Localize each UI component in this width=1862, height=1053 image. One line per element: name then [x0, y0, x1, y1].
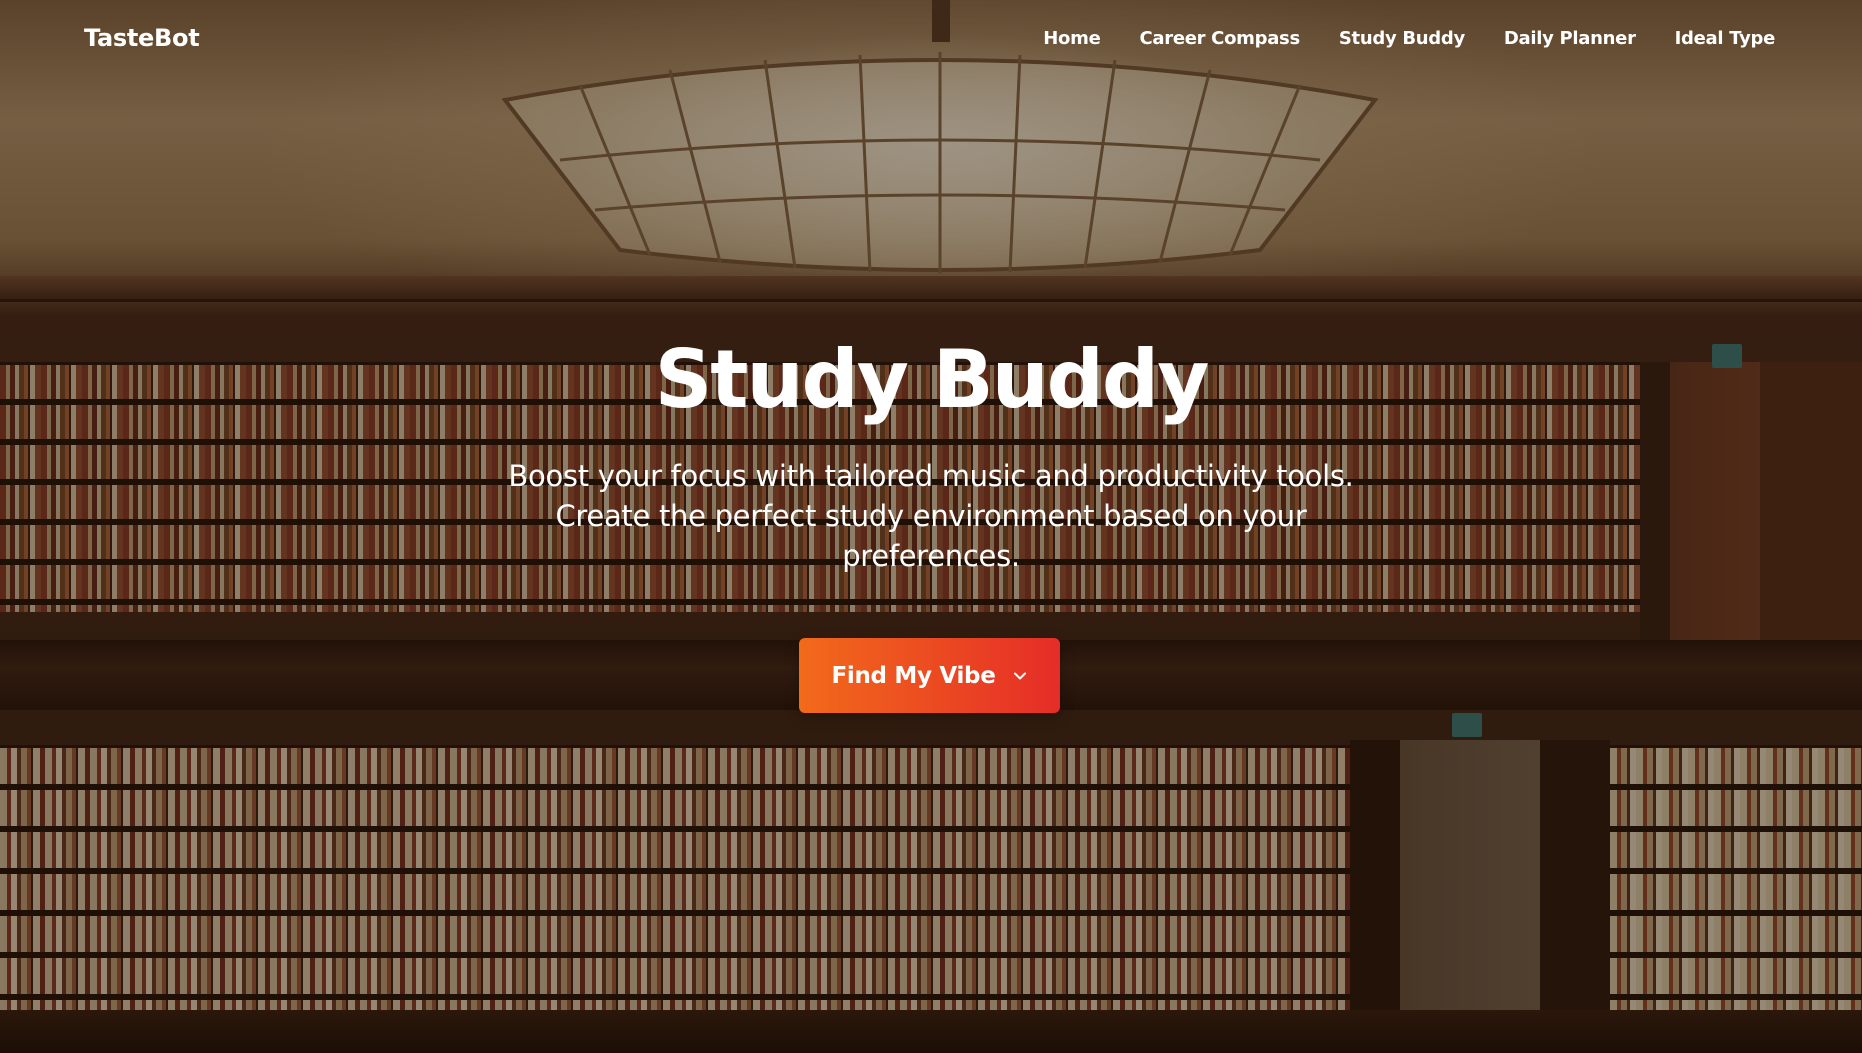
top-navigation: TasteBot Home Career Compass Study Buddy…	[0, 0, 1862, 80]
nav-link-study-buddy[interactable]: Study Buddy	[1339, 28, 1465, 49]
find-my-vibe-button[interactable]: Find My Vibe	[799, 638, 1060, 713]
nav-link-daily-planner[interactable]: Daily Planner	[1504, 28, 1636, 49]
find-my-vibe-label: Find My Vibe	[831, 662, 996, 689]
chevron-down-icon	[1013, 672, 1026, 679]
brand-logo[interactable]: TasteBot	[84, 24, 200, 52]
hero-title: Study Buddy	[654, 333, 1210, 426]
nav-links: Home Career Compass Study Buddy Daily Pl…	[1004, 28, 1775, 49]
nav-link-home[interactable]: Home	[1043, 28, 1101, 49]
hero-content: Study Buddy Boost your focus with tailor…	[0, 330, 1862, 576]
nav-link-ideal-type[interactable]: Ideal Type	[1675, 28, 1776, 49]
hero-subtitle: Boost your focus with tailored music and…	[508, 459, 1354, 573]
nav-link-career-compass[interactable]: Career Compass	[1139, 28, 1300, 49]
